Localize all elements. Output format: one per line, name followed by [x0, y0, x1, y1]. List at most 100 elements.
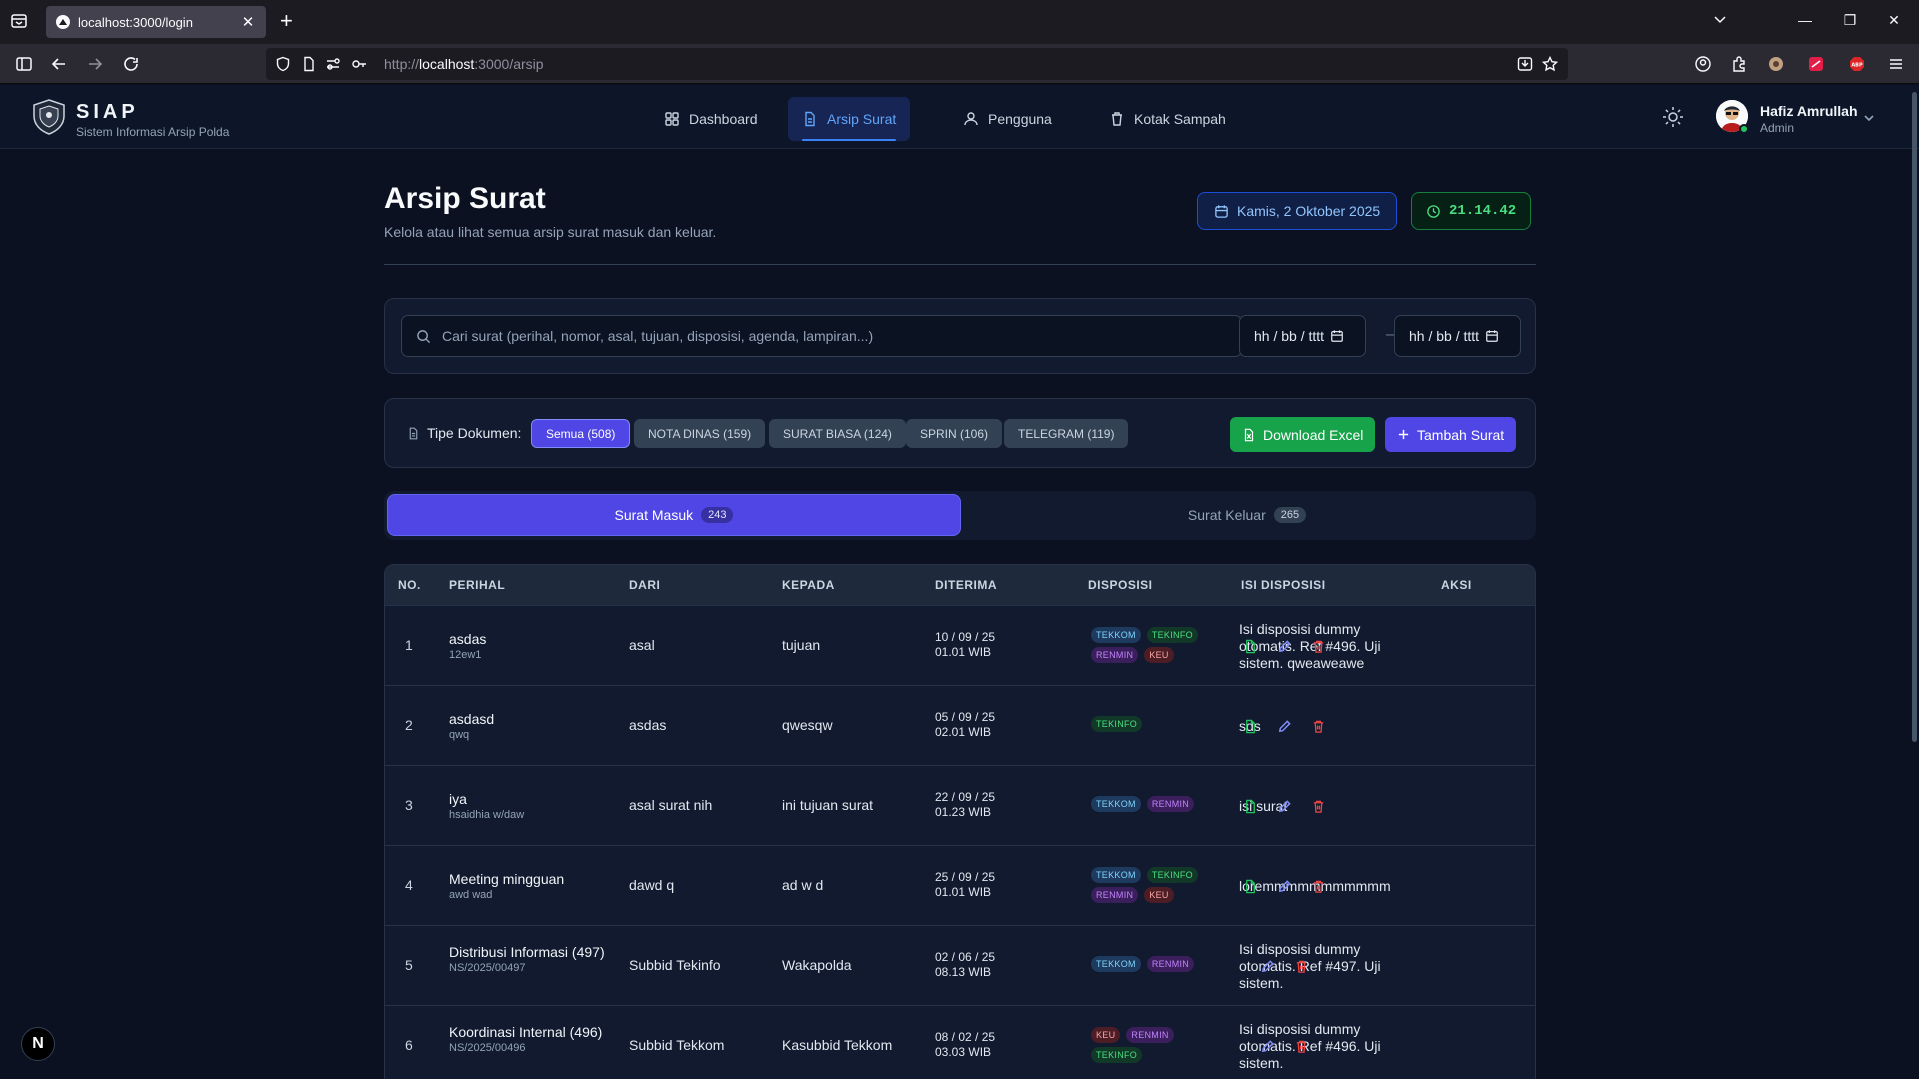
nav-arsip-surat[interactable]: Arsip Surat [788, 97, 911, 141]
restore-icon[interactable]: ❐ [1840, 12, 1860, 29]
tab-surat-keluar[interactable]: Surat Keluar 265 [961, 494, 1533, 536]
delete-trash-icon[interactable] [1309, 797, 1327, 815]
bookmark-star-icon[interactable] [1541, 55, 1559, 73]
page-scrollbar[interactable] [1912, 92, 1917, 742]
nav-pengguna[interactable]: Pengguna [949, 97, 1066, 141]
list-all-tabs-icon[interactable] [1710, 12, 1730, 29]
search-box[interactable] [401, 315, 1242, 357]
perihal-cell[interactable]: Distribusi Informasi (497) NS/2025/00497 [449, 944, 609, 974]
extension-avatar-icon[interactable] [1765, 53, 1787, 75]
nav-dashboard[interactable]: Dashboard [650, 97, 772, 141]
dashboard-icon [665, 112, 679, 126]
browser-navbar: http://localhost:3000/arsip ABP [0, 44, 1919, 84]
edit-pencil-icon[interactable] [1275, 637, 1293, 655]
delete-trash-icon[interactable] [1309, 877, 1327, 895]
view-file-icon[interactable] [1241, 637, 1259, 655]
save-page-icon[interactable] [1516, 55, 1534, 73]
perihal-cell[interactable]: iya hsaidhia w/daw [449, 791, 609, 821]
table-row[interactable]: 2 asdasd qwq asdas qwesqw 05 / 09 / 25 02.01 W… [385, 685, 1535, 765]
perihal-cell[interactable]: Meeting mingguan awd wad [449, 871, 609, 901]
tab-list-icon[interactable] [10, 12, 30, 32]
kepada-cell: Kasubbid Tekkom [782, 1037, 893, 1053]
search-card: hh / bb / tttt — hh / bb / tttt [384, 298, 1536, 374]
download-excel-button[interactable]: Download Excel [1230, 417, 1376, 452]
perihal-cell[interactable]: asdasd qwq [449, 711, 609, 741]
disposisi-badge: TEKKOM [1091, 956, 1141, 972]
calendar-icon[interactable] [1330, 329, 1344, 343]
delete-trash-icon[interactable] [1309, 637, 1327, 655]
permissions-icon[interactable] [324, 55, 342, 73]
kepada-cell: ad w d [782, 877, 824, 893]
edit-pencil-icon[interactable] [1275, 717, 1293, 735]
edit-pencil-icon[interactable] [1258, 1037, 1276, 1055]
filter-chip-semua[interactable]: Semua (508) [531, 419, 631, 448]
table-row[interactable]: 6 Koordinasi Internal (496) NS/2025/00496 S… [385, 1005, 1535, 1079]
new-tab-button[interactable]: + [280, 10, 293, 32]
calendar-icon[interactable] [1485, 329, 1499, 343]
theme-toggle-sun-icon[interactable] [1662, 106, 1686, 130]
extensions-icon[interactable] [1728, 53, 1750, 75]
key-icon[interactable] [350, 55, 368, 73]
date-to-input[interactable]: hh / bb / tttt [1394, 315, 1521, 357]
page-icon[interactable] [300, 55, 318, 73]
diterima-date: 05 / 09 / 25 [935, 710, 996, 724]
edit-pencil-icon[interactable] [1258, 957, 1276, 975]
window-close-icon[interactable]: ✕ [1884, 12, 1904, 29]
extension-red-icon[interactable] [1805, 53, 1827, 75]
filter-chip-surat-biasa[interactable]: SURAT BIASA (124) [769, 419, 906, 448]
filter-chip-sprin[interactable]: SPRIN (106) [906, 419, 1003, 448]
filter-label-text: Tipe Dokumen: [427, 425, 522, 441]
page-subtitle: Kelola atau lihat semua arsip surat masu… [384, 224, 717, 240]
police-logo-icon[interactable] [32, 99, 66, 135]
table-row[interactable]: 4 Meeting mingguan awd wad dawd q ad w d 25 /… [385, 845, 1535, 925]
add-surat-button[interactable]: Tambah Surat [1385, 417, 1517, 452]
disposisi-badge: TEKKOM [1091, 867, 1141, 883]
brand-subtitle: Sistem Informasi Arsip Polda [76, 125, 230, 139]
browser-tabbar: localhost:3000/login ✕ + — ❐ ✕ [0, 0, 1919, 44]
date-from-input[interactable]: hh / bb / tttt [1239, 315, 1366, 357]
adblock-icon[interactable]: ABP [1846, 53, 1868, 75]
filter-chip-nota-dinas[interactable]: NOTA DINAS (159) [634, 419, 766, 448]
forward-icon[interactable] [84, 53, 106, 75]
url-text[interactable]: http://localhost:3000/arsip [384, 56, 544, 72]
delete-trash-icon[interactable] [1309, 717, 1327, 735]
perihal-cell[interactable]: asdas 12ew1 [449, 631, 609, 661]
perihal-title: iya [449, 791, 467, 807]
perihal-title: asdas [449, 631, 487, 647]
search-input[interactable] [442, 316, 1232, 356]
shield-icon[interactable] [274, 55, 292, 73]
nav-kotak-sampah[interactable]: Kotak Sampah [1095, 97, 1240, 141]
diterima-date: 25 / 09 / 25 [935, 870, 996, 884]
filter-chip-telegram[interactable]: TELEGRAM (119) [1004, 419, 1129, 448]
close-icon[interactable]: ✕ [240, 13, 256, 31]
table-row[interactable]: 5 Distribusi Informasi (497) NS/2025/00497… [385, 925, 1535, 1005]
tab-surat-masuk[interactable]: Surat Masuk 243 [387, 494, 961, 536]
edit-pencil-icon[interactable] [1275, 797, 1293, 815]
sidebar-icon[interactable] [13, 53, 35, 75]
chevron-down-icon[interactable] [1862, 111, 1876, 130]
perihal-cell[interactable]: Koordinasi Internal (496) NS/2025/00496 [449, 1024, 609, 1054]
disposisi-badge: TEKINFO [1091, 716, 1143, 732]
back-icon[interactable] [48, 53, 70, 75]
diterima-date: 10 / 09 / 25 [935, 630, 996, 644]
column-header-isi-disposisi: ISI DISPOSISI [1241, 578, 1326, 592]
table-row[interactable]: 3 iya hsaidhia w/daw asal surat nih ini tuju… [385, 765, 1535, 845]
delete-trash-icon[interactable] [1292, 1037, 1310, 1055]
minimize-icon[interactable]: — [1795, 12, 1815, 28]
table-row[interactable]: 1 asdas 12ew1 asal tujuan 10 / 09 / 25 01.01 W… [385, 605, 1535, 685]
view-file-icon[interactable] [1241, 877, 1259, 895]
delete-trash-icon[interactable] [1292, 957, 1310, 975]
reload-icon[interactable] [120, 53, 142, 75]
view-file-icon[interactable] [1241, 797, 1259, 815]
browser-tab[interactable]: localhost:3000/login ✕ [46, 6, 266, 38]
view-file-icon[interactable] [1241, 717, 1259, 735]
url-bar[interactable]: http://localhost:3000/arsip [266, 48, 1568, 80]
account-icon[interactable] [1692, 53, 1714, 75]
edit-pencil-icon[interactable] [1275, 877, 1293, 895]
current-time: 21.14.42 [1449, 203, 1517, 219]
nomor-surat: NS/2025/00496 [449, 1042, 526, 1054]
nextjs-dev-badge[interactable]: N [21, 1027, 55, 1061]
disposisi-badge: KEU [1144, 887, 1174, 903]
search-icon [417, 330, 431, 344]
menu-icon[interactable] [1885, 53, 1907, 75]
